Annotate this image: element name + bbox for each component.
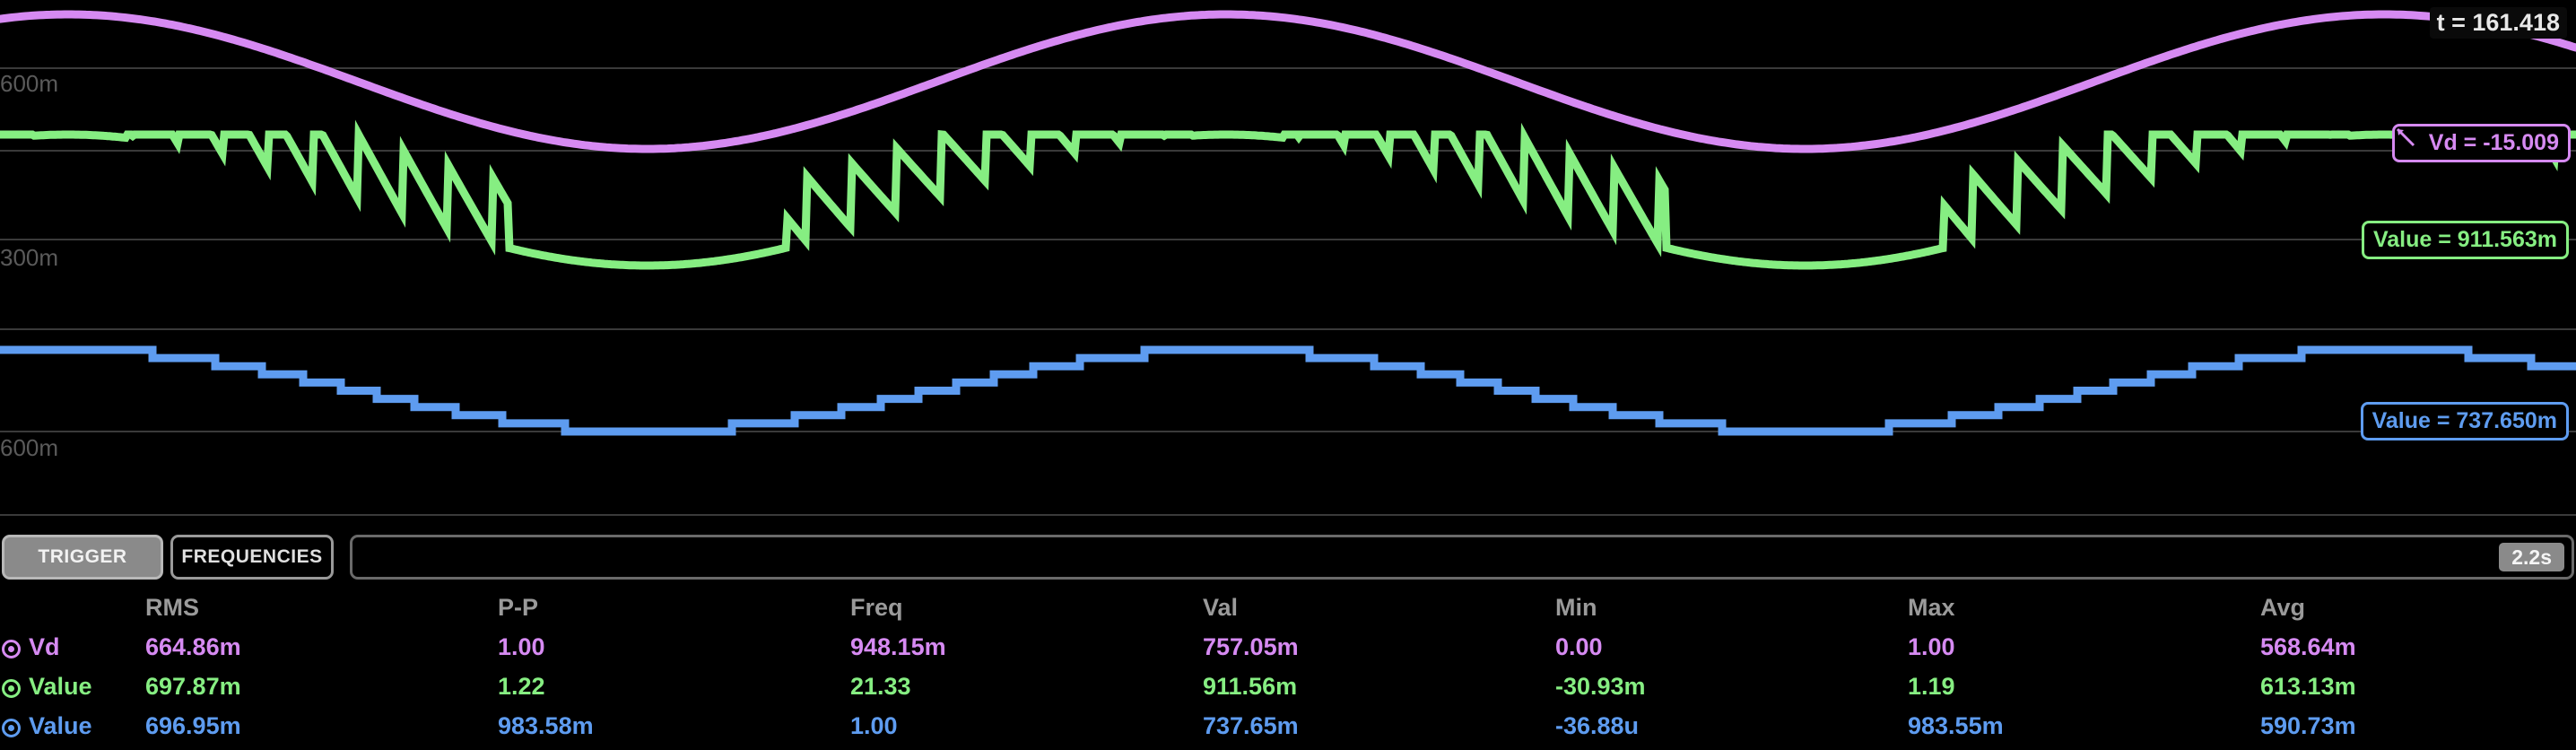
row-name: Value <box>29 712 92 739</box>
waveform-plot <box>0 10 2576 516</box>
row-name: Vd <box>29 633 60 660</box>
cell-rms: 664.86m <box>145 633 241 660</box>
visibility-toggle-icon[interactable] <box>2 679 21 698</box>
cell-min: 0.00 <box>1555 633 1603 660</box>
header-min: Min <box>1555 594 1597 621</box>
cell-max: 1.00 <box>1908 633 1955 660</box>
cell-freq: 21.33 <box>850 673 911 700</box>
trace-readout-vd-text: Vd = -15.009 <box>2428 130 2559 155</box>
waveforms <box>0 10 2576 436</box>
trigger-button[interactable]: TRIGGER <box>2 535 163 580</box>
cell-avg: 590.73m <box>2260 712 2356 739</box>
waveform-value-green <box>0 119 2576 270</box>
cell-avg: 613.13m <box>2260 673 2356 700</box>
waveform-vd <box>0 10 2576 153</box>
cell-val: 737.65m <box>1203 712 1299 739</box>
cell-min: -36.88u <box>1555 712 1640 739</box>
header-avg: Avg <box>2260 594 2306 621</box>
control-bar: TRIGGER FREQUENCIES 2.2s <box>0 529 2576 585</box>
axis-label-bottom: 600m <box>0 434 59 461</box>
cell-pp: 1.00 <box>498 633 545 660</box>
visibility-toggle-icon[interactable] <box>2 640 21 658</box>
cell-pp: 983.58m <box>498 712 594 739</box>
cell-max: 1.19 <box>1908 673 1955 700</box>
cell-rms: 697.87m <box>145 673 241 700</box>
cell-freq: 1.00 <box>850 712 898 739</box>
header-rms: RMS <box>145 594 199 621</box>
cell-min: -30.93m <box>1555 673 1646 700</box>
cell-val: 757.05m <box>1203 633 1299 660</box>
timebase-badge[interactable]: 2.2s <box>2499 543 2564 571</box>
timeline-scrubber[interactable]: 2.2s <box>350 535 2574 580</box>
cell-rms: 696.95m <box>145 712 241 739</box>
table-row-blue[interactable]: Value 696.95m 983.58m 1.00 737.65m -36.8… <box>0 711 2576 750</box>
axis-label-top: 600m <box>0 70 59 97</box>
table-row-green[interactable]: Value 697.87m 1.22 21.33 911.56m -30.93m… <box>0 671 2576 711</box>
cell-max: 983.55m <box>1908 712 2004 739</box>
header-max: Max <box>1908 594 1955 621</box>
cell-val: 911.56m <box>1203 673 1298 700</box>
probe-icon <box>2396 127 2425 153</box>
visibility-toggle-icon[interactable] <box>2 719 21 737</box>
stats-table: RMS P-P Freq Val Min Max Avg Vd 664.86m … <box>0 585 2576 746</box>
header-val: Val <box>1203 594 1239 621</box>
time-readout: t = 161.418 <box>2429 7 2567 39</box>
trace-readout-green[interactable]: Value = 911.563m <box>2361 221 2569 259</box>
trace-readout-blue[interactable]: Value = 737.650m <box>2360 402 2569 440</box>
frequencies-button[interactable]: FREQUENCIES <box>170 535 334 580</box>
row-name: Value <box>29 673 92 700</box>
waveform-value-blue <box>0 345 2576 436</box>
axis-label-middle: 300m <box>0 244 59 271</box>
cell-freq: 948.15m <box>850 633 946 660</box>
table-row-vd[interactable]: Vd 664.86m 1.00 948.15m 757.05m 0.00 1.0… <box>0 632 2576 671</box>
cell-avg: 568.64m <box>2260 633 2356 660</box>
scope-display[interactable]: 600m 300m 600m t = 161.418 Vd = -15.009 … <box>0 0 2576 529</box>
header-freq: Freq <box>850 594 903 621</box>
header-pp: P-P <box>498 594 539 621</box>
trace-readout-vd[interactable]: Vd = -15.009 <box>2391 124 2571 162</box>
cell-pp: 1.22 <box>498 673 545 700</box>
